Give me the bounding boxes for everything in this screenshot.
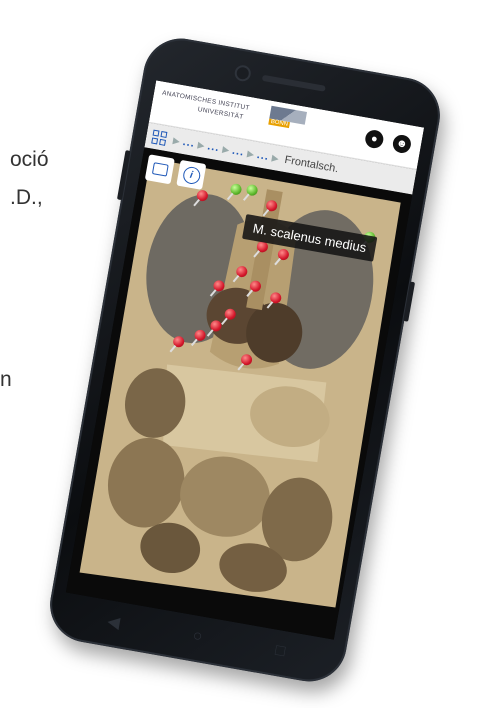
chevron-right-icon: ▶: [271, 152, 280, 164]
home-icon[interactable]: ○: [191, 627, 203, 646]
background-text-3: n: [0, 368, 12, 391]
chevron-right-icon: ▶: [246, 147, 255, 159]
breadcrumb-item[interactable]: ...: [182, 136, 196, 150]
recents-icon[interactable]: □: [274, 642, 286, 661]
breadcrumb-item[interactable]: ...: [231, 145, 245, 159]
info-button[interactable]: i: [176, 159, 207, 190]
grid-icon[interactable]: [151, 129, 168, 146]
speaker-grille: [261, 74, 326, 92]
breadcrumb-item[interactable]: ...: [256, 149, 270, 163]
background-text-1: oció: [10, 148, 49, 171]
breadcrumb-current: Frontalsch.: [283, 153, 340, 176]
anatomy-section-image: [65, 147, 413, 640]
phone-screen: ANATOMISCHES INSTITUT UNIVERSITÄT BONN ●…: [65, 80, 425, 640]
info-icon: i: [181, 165, 202, 185]
breadcrumb-item[interactable]: ...: [207, 140, 221, 154]
chevron-right-icon: ▶: [172, 134, 181, 146]
front-camera: [235, 66, 250, 81]
globe-icon[interactable]: ●: [363, 128, 385, 150]
power-button: [403, 281, 416, 322]
comment-button[interactable]: [144, 154, 175, 185]
phone-frame: ANATOMISCHES INSTITUT UNIVERSITÄT BONN ●…: [44, 32, 446, 688]
specimen-viewer[interactable]: i M. scalenus medius: [65, 147, 413, 640]
chevron-right-icon: ▶: [221, 143, 231, 155]
background-text-2: .D.,: [10, 186, 43, 209]
comment-icon: [151, 162, 169, 177]
back-icon[interactable]: ◀: [106, 611, 122, 633]
user-icon[interactable]: ☻: [391, 133, 413, 155]
chevron-right-icon: ▶: [197, 139, 206, 151]
volume-button: [116, 150, 131, 201]
